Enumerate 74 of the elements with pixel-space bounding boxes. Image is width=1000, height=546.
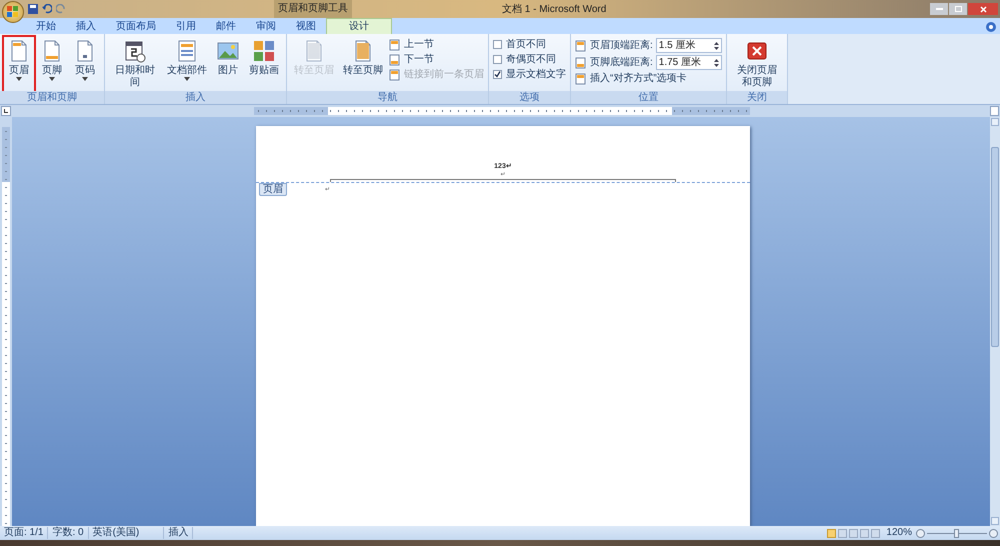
ribbon-tab[interactable]: 页面布局	[106, 19, 166, 34]
page-icon	[389, 54, 401, 66]
group-label: 选项	[489, 91, 570, 104]
ribbon-tab[interactable]: 插入	[66, 19, 106, 34]
ribbon-button[interactable]: 图片	[213, 37, 243, 91]
ribbon-tab[interactable]: 开始	[26, 19, 66, 34]
ribbon-button[interactable]: 文档部件	[164, 37, 210, 91]
save-icon[interactable]	[28, 4, 38, 14]
page-icon	[389, 38, 401, 50]
status-item[interactable]: 字数: 0	[48, 527, 89, 539]
zoom-out-button[interactable]	[916, 528, 925, 538]
ribbon-button[interactable]: 页脚	[37, 37, 67, 91]
status-item[interactable]: 英语(美国)	[88, 527, 164, 539]
office-logo-icon	[7, 6, 19, 18]
spin-field[interactable]: 1.5 厘米	[656, 38, 722, 53]
view-ruler-button[interactable]	[990, 106, 999, 116]
spin-field[interactable]: 1.75 厘米	[656, 55, 722, 70]
window-title: 文档 1 - Microsoft Word	[502, 2, 606, 16]
checkbox[interactable]	[493, 40, 502, 49]
zoom-slider-thumb[interactable]	[954, 528, 959, 538]
page-icon	[575, 56, 587, 68]
ribbon-tab[interactable]: 视图	[286, 19, 326, 34]
close-button[interactable]	[968, 3, 998, 15]
page-icon	[389, 68, 401, 80]
redo-icon[interactable]	[56, 4, 66, 14]
ribbon-button[interactable]: 关闭页眉和页脚	[730, 37, 783, 91]
ribbon-button[interactable]: 剪贴画	[246, 37, 282, 91]
vertical-scrollbar[interactable]	[990, 117, 1000, 526]
status-item[interactable]: 插入	[164, 527, 194, 539]
caret-icon	[184, 77, 190, 81]
ribbon-button[interactable]: 插入“对齐方式”选项卡	[575, 72, 722, 85]
group-label: 插入	[105, 91, 286, 104]
field-label: 页眉顶端距离:	[590, 39, 653, 52]
checkbox[interactable]	[493, 55, 502, 64]
office-button[interactable]	[2, 1, 24, 23]
ribbon-tab[interactable]: 邮件	[206, 19, 246, 34]
checkbox-label: 首页不同	[506, 38, 546, 51]
checkbox-label: 奇偶页不同	[506, 53, 556, 66]
minimize-button[interactable]	[930, 3, 948, 15]
header-tag: 页眉	[259, 183, 287, 196]
page-icon	[575, 72, 587, 84]
caret-icon	[16, 77, 22, 81]
status-item[interactable]: 页面: 1/1	[0, 527, 48, 539]
caret-icon	[82, 77, 88, 81]
ribbon-button[interactable]: 下一节	[389, 53, 484, 66]
ribbon-button[interactable]: 页眉	[4, 37, 34, 91]
ribbon-button[interactable]: 转至页脚	[340, 37, 386, 91]
group-label: 关闭	[726, 91, 787, 104]
group-label: 位置	[571, 91, 726, 104]
page-icon	[575, 40, 587, 52]
context-tab-label: 页眉和页脚工具	[274, 0, 352, 18]
maximize-button[interactable]	[949, 3, 967, 15]
caret-icon	[49, 77, 55, 81]
close-icon	[980, 6, 986, 12]
ribbon-button[interactable]: 上一节	[389, 38, 484, 51]
zoom-in-button[interactable]	[989, 528, 998, 538]
ribbon-tab[interactable]: 设计	[326, 18, 392, 34]
clipart-icon	[252, 39, 276, 63]
ribbon-button[interactable]: 日期和时间	[109, 37, 161, 91]
ribbon-button[interactable]: 页码	[70, 37, 100, 91]
field-label: 页脚底端距离:	[590, 56, 653, 69]
checkbox[interactable]	[493, 70, 502, 79]
zoom-level[interactable]: 120%	[886, 527, 912, 539]
spin-arrows-icon	[714, 58, 719, 68]
group-label: 导航	[287, 91, 488, 104]
checkbox-label: 显示文档文字	[506, 68, 566, 81]
ribbon-tab[interactable]: 审阅	[246, 19, 286, 34]
ribbon-tab[interactable]: 引用	[166, 19, 206, 34]
spin-arrows-icon	[714, 40, 719, 50]
calendar-icon	[123, 39, 147, 63]
group-label: 页眉和页脚	[0, 91, 104, 104]
ruler-toggle-button[interactable]	[1, 106, 11, 116]
help-icon[interactable]	[986, 22, 996, 32]
undo-icon[interactable]	[42, 4, 52, 14]
